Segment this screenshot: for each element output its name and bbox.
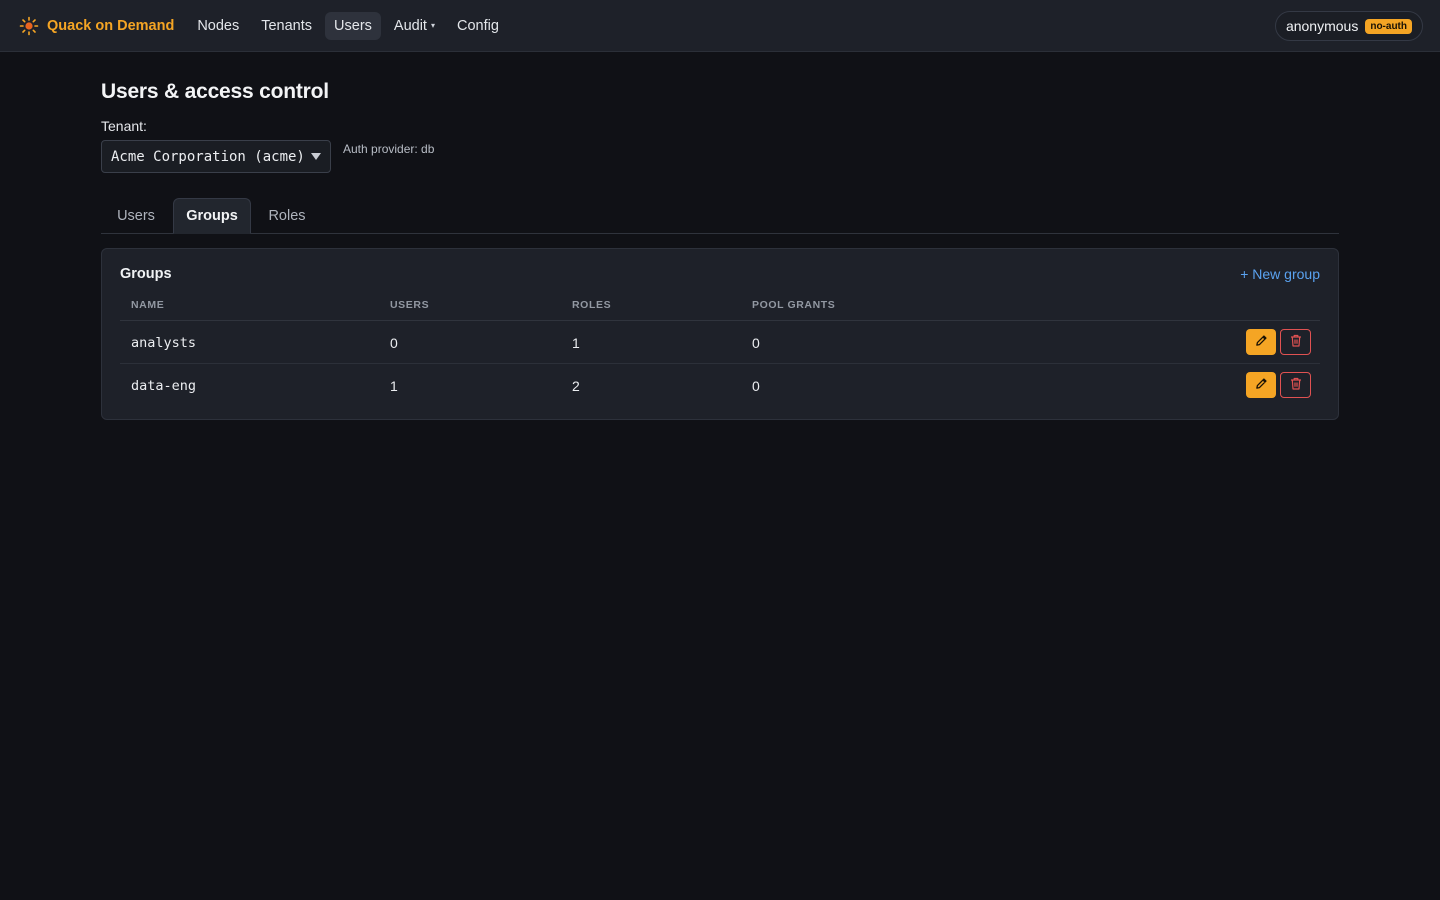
auth-provider-text: Auth provider: db [343,142,435,156]
table-header: NAME USERS ROLES POOL GRANTS [120,297,1320,321]
edit-group-button[interactable] [1246,329,1276,355]
tab-bar: Users Groups Roles [101,198,1339,234]
brand-link[interactable]: Quack on Demand [19,16,174,36]
new-group-button[interactable]: + New group [1240,266,1320,282]
nav-link-label: Nodes [197,17,240,34]
group-roles-count: 1 [572,335,580,351]
tenant-select[interactable]: Acme Corporation (acme) [101,140,331,173]
auth-mode-badge: no-auth [1365,18,1412,34]
nav-link-users[interactable]: Users [325,11,381,40]
column-header-roles[interactable]: ROLES [572,299,611,311]
group-users-count: 1 [390,378,398,394]
table-row: data-eng 1 2 0 [120,364,1320,407]
nav-link-label: Audit [393,17,427,34]
page-title: Users & access control [101,80,329,103]
trash-icon [1290,377,1302,393]
username: anonymous [1285,18,1359,34]
tenant-label: Tenant: [101,118,147,134]
group-roles-count: 2 [572,378,580,394]
nav-link-label: Tenants [261,17,313,34]
nav-link-tenants[interactable]: Tenants [252,12,321,40]
table-row: analysts 0 1 0 [120,321,1320,364]
sun-logo-icon [19,16,39,36]
column-header-users[interactable]: USERS [390,299,429,311]
pencil-icon [1255,334,1268,350]
column-header-name[interactable]: NAME [131,299,164,311]
groups-table: NAME USERS ROLES POOL GRANTS analysts 0 … [120,297,1320,407]
top-navbar: Quack on Demand Nodes Tenants Users Audi… [0,0,1440,52]
nav-link-config[interactable]: Config [448,12,508,40]
chevron-down-icon: ▾ [430,21,435,30]
group-name: analysts [131,335,197,351]
nav-link-label: Users [334,17,372,34]
tab-label: Roles [268,208,306,224]
brand-name: Quack on Demand [47,17,175,34]
tab-label: Users [117,208,155,224]
tenant-select-value: Acme Corporation (acme) [111,148,305,165]
delete-group-button[interactable] [1280,372,1311,398]
group-name: data-eng [131,378,197,394]
nav-link-audit-dropdown[interactable]: Audit ▾ [385,12,444,40]
group-users-count: 0 [390,335,398,351]
caret-down-icon [311,153,321,160]
column-header-pool-grants[interactable]: POOL GRANTS [752,299,835,311]
tab-label: Groups [186,208,238,224]
tab-roles[interactable]: Roles [253,198,321,234]
groups-card: Groups + New group NAME USERS ROLES POOL… [101,248,1339,420]
pencil-icon [1255,377,1268,393]
edit-group-button[interactable] [1246,372,1276,398]
group-pool-grants-count: 0 [752,378,760,394]
delete-group-button[interactable] [1280,329,1311,355]
nav-link-label: Config [456,17,499,34]
tab-groups[interactable]: Groups [173,198,251,234]
nav-link-nodes[interactable]: Nodes [188,12,248,40]
group-pool-grants-count: 0 [752,335,760,351]
card-title: Groups [120,266,172,282]
tab-users[interactable]: Users [101,198,171,234]
trash-icon [1290,334,1302,350]
user-menu[interactable]: anonymous no-auth [1274,11,1423,41]
